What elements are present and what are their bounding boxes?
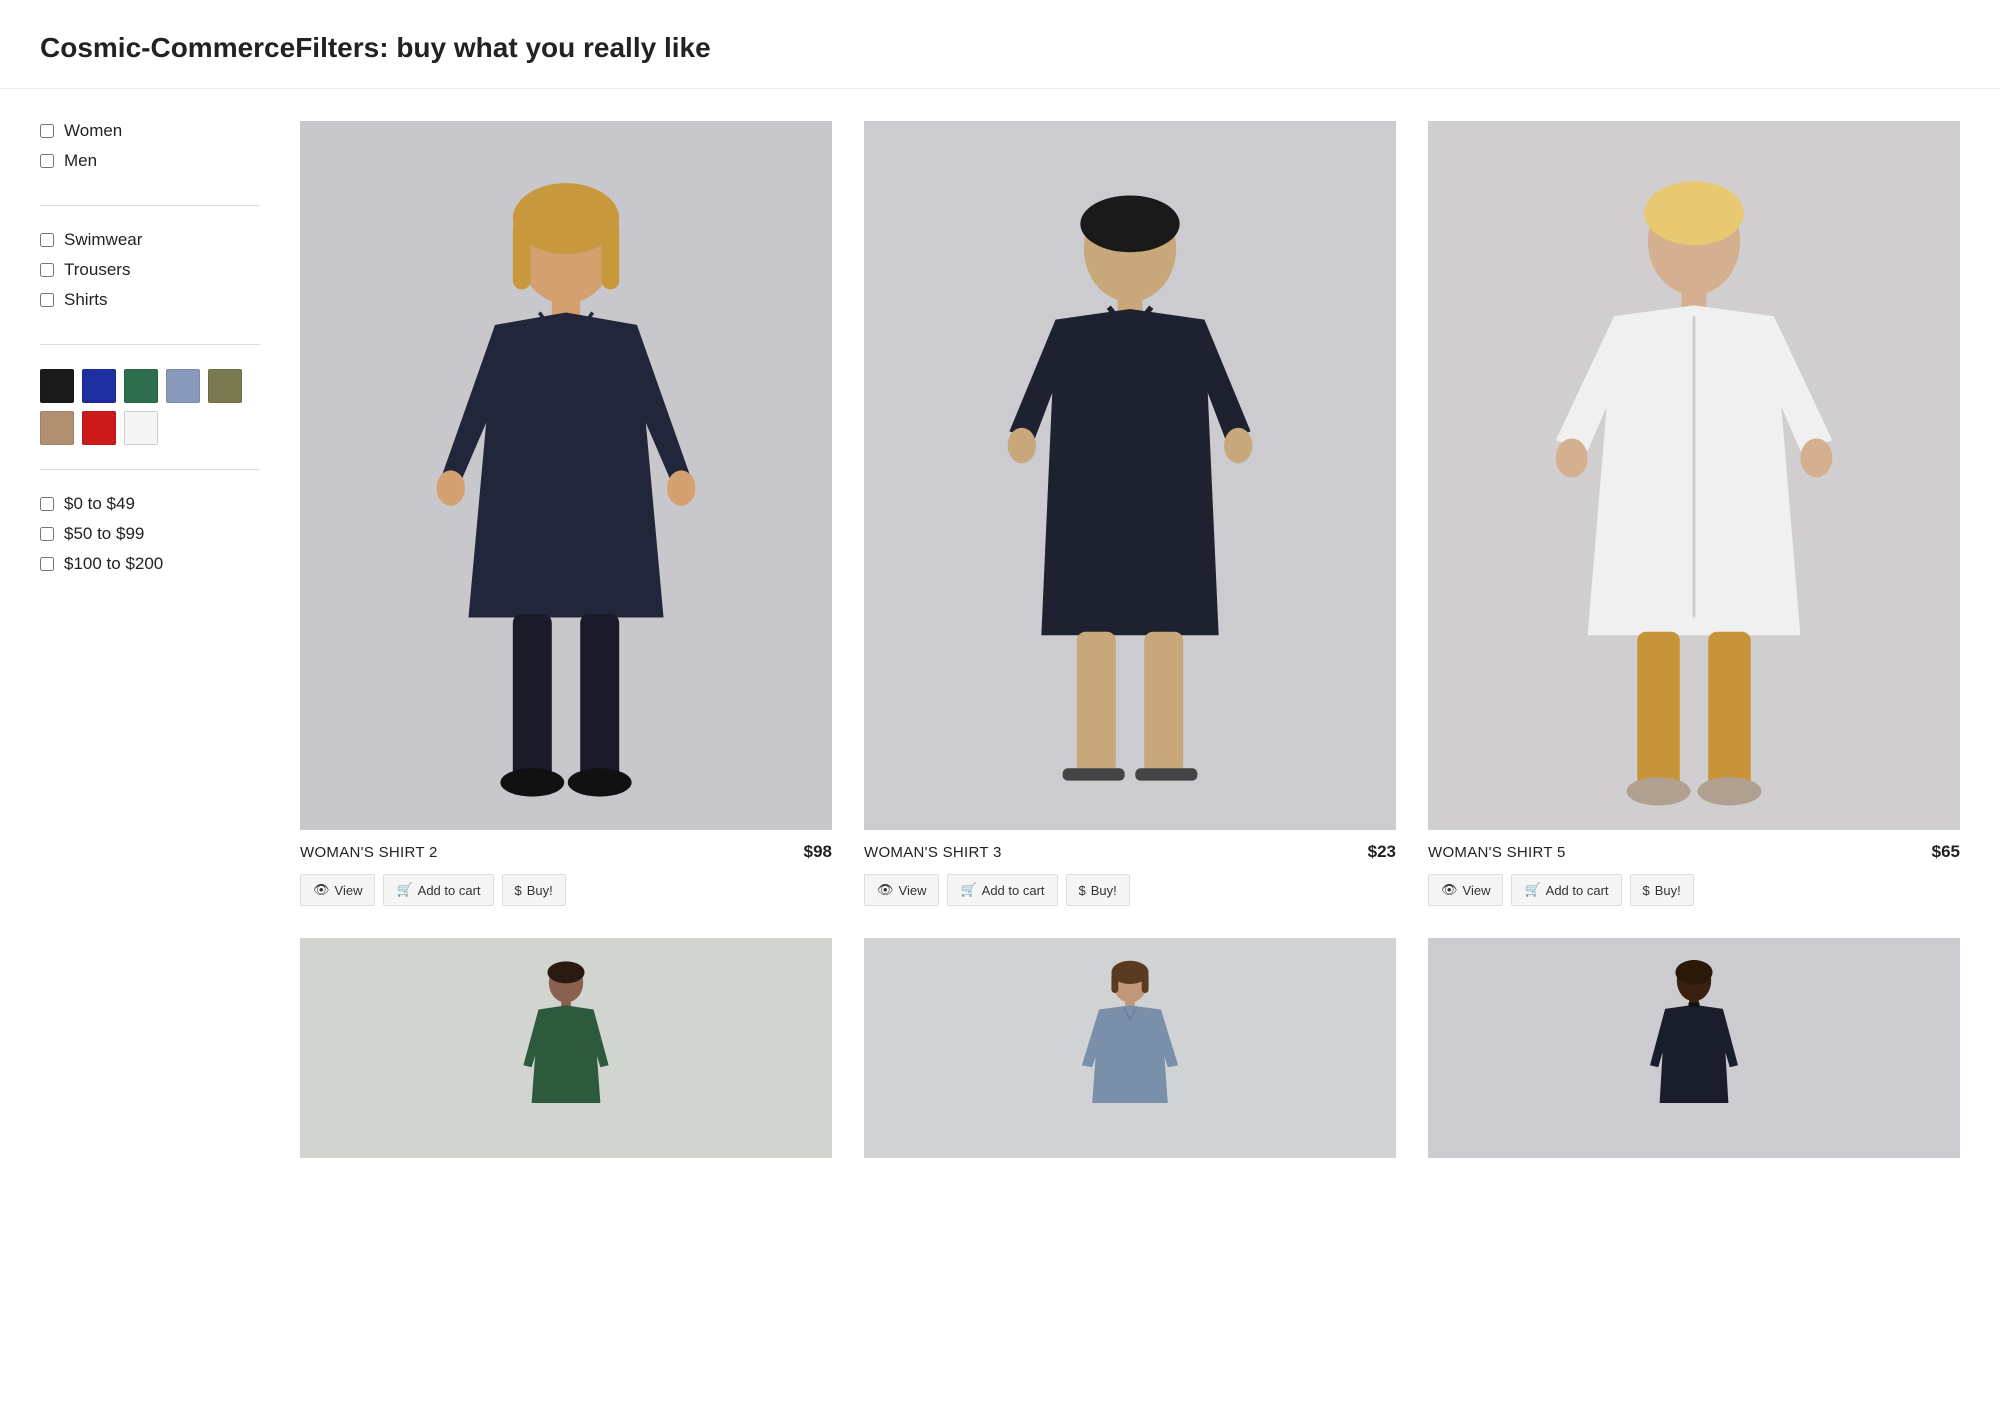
gender-filter-group: Women Men — [40, 121, 260, 206]
filter-shirts[interactable]: Shirts — [40, 290, 260, 310]
view-button-2[interactable]: 👁 View — [864, 874, 939, 906]
product-price-3: $65 — [1932, 842, 1960, 862]
sidebar: Women Men Swimwear Trousers Shirts — [40, 121, 260, 1158]
filter-trousers-label: Trousers — [64, 260, 130, 280]
product-card-5 — [864, 938, 1396, 1158]
buy-button-1[interactable]: $ Buy! — [502, 874, 566, 906]
color-black[interactable] — [40, 369, 74, 403]
buy-button-2[interactable]: $ Buy! — [1066, 874, 1130, 906]
product-name-2: WOMAN'S SHIRT 3 — [864, 844, 1002, 861]
checkbox-price-0-49[interactable] — [40, 497, 54, 511]
cart-icon-3: 🛒 — [1524, 882, 1540, 898]
cart-label-2: Add to cart — [982, 883, 1045, 898]
buy-label-3: Buy! — [1655, 883, 1681, 898]
product-actions-2: 👁 View 🛒 Add to cart $ Buy! — [864, 874, 1396, 906]
product-card-2: WOMAN'S SHIRT 3 $23 👁 View 🛒 Add to cart… — [864, 121, 1396, 906]
checkbox-women[interactable] — [40, 124, 54, 138]
color-light-blue[interactable] — [166, 369, 200, 403]
product-image-2 — [864, 121, 1396, 830]
product-card-4 — [300, 938, 832, 1158]
checkbox-swimwear[interactable] — [40, 233, 54, 247]
filter-price-0-49[interactable]: $0 to $49 — [40, 494, 260, 514]
filter-trousers[interactable]: Trousers — [40, 260, 260, 280]
product-card-3: WOMAN'S SHIRT 5 $65 👁 View 🛒 Add to cart… — [1428, 121, 1960, 906]
product-price-2: $23 — [1368, 842, 1396, 862]
product-info-2: WOMAN'S SHIRT 3 $23 — [864, 842, 1396, 862]
color-blue[interactable] — [82, 369, 116, 403]
color-red[interactable] — [82, 411, 116, 445]
view-button-1[interactable]: 👁 View — [300, 874, 375, 906]
add-to-cart-button-3[interactable]: 🛒 Add to cart — [1511, 874, 1621, 906]
buy-button-3[interactable]: $ Buy! — [1630, 874, 1694, 906]
product-image-3 — [1428, 121, 1960, 830]
product-name-3: WOMAN'S SHIRT 5 — [1428, 844, 1566, 861]
dollar-icon: $ — [515, 883, 522, 898]
product-info-3: WOMAN'S SHIRT 5 $65 — [1428, 842, 1960, 862]
product-card-6 — [1428, 938, 1960, 1158]
view-button-3[interactable]: 👁 View — [1428, 874, 1503, 906]
filter-swimwear[interactable]: Swimwear — [40, 230, 260, 250]
view-label: View — [335, 883, 363, 898]
checkbox-men[interactable] — [40, 154, 54, 168]
product-info-1: WOMAN'S SHIRT 2 $98 — [300, 842, 832, 862]
color-green[interactable] — [124, 369, 158, 403]
add-to-cart-button-1[interactable]: 🛒 Add to cart — [383, 874, 493, 906]
cart-icon-2: 🛒 — [960, 882, 976, 898]
buy-label: Buy! — [527, 883, 553, 898]
category-filter-group: Swimwear Trousers Shirts — [40, 230, 260, 345]
checkbox-price-100-200[interactable] — [40, 557, 54, 571]
eye-icon-3: 👁 — [1441, 882, 1458, 898]
product-image-4 — [300, 938, 832, 1158]
page-header: Cosmic-CommerceFilters: buy what you rea… — [0, 0, 2000, 89]
filter-men-label: Men — [64, 151, 97, 171]
product-price-1: $98 — [804, 842, 832, 862]
product-actions-3: 👁 View 🛒 Add to cart $ Buy! — [1428, 874, 1960, 906]
cart-label-3: Add to cart — [1546, 883, 1609, 898]
filter-men[interactable]: Men — [40, 151, 260, 171]
cart-label: Add to cart — [418, 883, 481, 898]
filter-women[interactable]: Women — [40, 121, 260, 141]
view-label-2: View — [899, 883, 927, 898]
checkbox-price-50-99[interactable] — [40, 527, 54, 541]
view-label-3: View — [1463, 883, 1491, 898]
filter-price-0-49-label: $0 to $49 — [64, 494, 135, 514]
products-grid: WOMAN'S SHIRT 2 $98 👁 View 🛒 Add to cart… — [300, 121, 1960, 1158]
product-actions-1: 👁 View 🛒 Add to cart $ Buy! — [300, 874, 832, 906]
product-name-1: WOMAN'S SHIRT 2 — [300, 844, 438, 861]
price-filter-group: $0 to $49 $50 to $99 $100 to $200 — [40, 494, 260, 608]
filter-price-50-99-label: $50 to $99 — [64, 524, 144, 544]
buy-label-2: Buy! — [1091, 883, 1117, 898]
cart-icon: 🛒 — [396, 882, 412, 898]
filter-price-50-99[interactable]: $50 to $99 — [40, 524, 260, 544]
dollar-icon-2: $ — [1079, 883, 1086, 898]
color-olive[interactable] — [208, 369, 242, 403]
eye-icon: 👁 — [313, 882, 330, 898]
filter-shirts-label: Shirts — [64, 290, 107, 310]
filter-price-100-200-label: $100 to $200 — [64, 554, 163, 574]
page-title: Cosmic-CommerceFilters: buy what you rea… — [0, 0, 2000, 89]
add-to-cart-button-2[interactable]: 🛒 Add to cart — [947, 874, 1057, 906]
filter-women-label: Women — [64, 121, 122, 141]
filter-swimwear-label: Swimwear — [64, 230, 142, 250]
product-image-6 — [1428, 938, 1960, 1158]
main-layout: Women Men Swimwear Trousers Shirts — [0, 89, 2000, 1190]
eye-icon-2: 👁 — [877, 882, 894, 898]
color-white[interactable] — [124, 411, 158, 445]
product-card-1: WOMAN'S SHIRT 2 $98 👁 View 🛒 Add to cart… — [300, 121, 832, 906]
color-swatches — [40, 369, 260, 445]
color-filter-group — [40, 369, 260, 470]
filter-price-100-200[interactable]: $100 to $200 — [40, 554, 260, 574]
color-tan[interactable] — [40, 411, 74, 445]
checkbox-trousers[interactable] — [40, 263, 54, 277]
checkbox-shirts[interactable] — [40, 293, 54, 307]
product-image-5 — [864, 938, 1396, 1158]
dollar-icon-3: $ — [1643, 883, 1650, 898]
product-image-1 — [300, 121, 832, 830]
